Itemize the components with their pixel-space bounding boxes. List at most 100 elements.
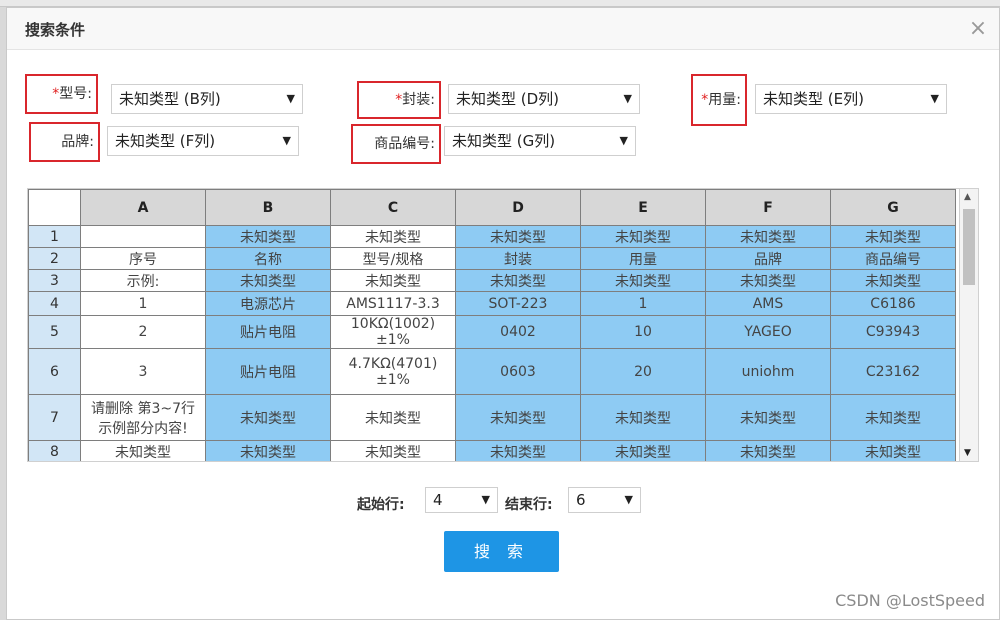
- caret-down-icon: ▼: [624, 493, 633, 506]
- scroll-up-icon[interactable]: ▲: [964, 192, 971, 202]
- table-row: 5 2 贴片电阻 10KΩ(1002) ±1% 0402 10 YAGEO C93943: [28, 315, 956, 349]
- cell-f7[interactable]: 未知类型: [705, 394, 831, 441]
- package-select-value: 未知类型 (D列): [456, 90, 560, 108]
- caret-down-icon: ▼: [623, 92, 632, 105]
- row-header-7: 7: [28, 394, 81, 441]
- table-row: 2 序号 名称 型号/规格 封装 用量 品牌 商品编号: [28, 247, 956, 270]
- cell-g5[interactable]: C93943: [830, 315, 956, 349]
- brand-select[interactable]: 未知类型 (F列) ▼: [107, 126, 299, 156]
- start-row-select[interactable]: 4 ▼: [425, 487, 498, 513]
- vertical-scrollbar[interactable]: ▲ ▼: [959, 188, 979, 462]
- cell-g6[interactable]: C23162: [830, 348, 956, 395]
- column-header-row: ABCDEFG: [28, 189, 956, 226]
- start-row-value: 4: [433, 491, 443, 509]
- cell-e7[interactable]: 未知类型: [580, 394, 706, 441]
- close-icon[interactable]: ×: [963, 14, 993, 44]
- caret-down-icon: ▼: [481, 493, 490, 506]
- cell-g3[interactable]: 未知类型: [830, 269, 956, 292]
- cell-b7[interactable]: 未知类型: [205, 394, 331, 441]
- end-row-select[interactable]: 6 ▼: [568, 487, 641, 513]
- start-row-label: 起始行:: [357, 497, 405, 513]
- cell-e8[interactable]: 未知类型: [580, 440, 706, 461]
- end-row-label: 结束行:: [505, 497, 553, 513]
- cell-b2[interactable]: 名称: [205, 247, 331, 270]
- cell-c3[interactable]: 未知类型: [330, 269, 456, 292]
- cell-c1[interactable]: 未知类型: [330, 225, 456, 248]
- cell-d7[interactable]: 未知类型: [455, 394, 581, 441]
- product-code-select-value: 未知类型 (G列): [452, 132, 556, 150]
- cell-f8[interactable]: 未知类型: [705, 440, 831, 461]
- cell-g4[interactable]: C6186: [830, 291, 956, 316]
- cell-a2[interactable]: 序号: [80, 247, 206, 270]
- cell-a4[interactable]: 1: [80, 291, 206, 316]
- cell-c5[interactable]: 10KΩ(1002) ±1%: [330, 315, 456, 349]
- cell-b8[interactable]: 未知类型: [205, 440, 331, 461]
- cell-g7[interactable]: 未知类型: [830, 394, 956, 441]
- cell-f1[interactable]: 未知类型: [705, 225, 831, 248]
- cell-e6[interactable]: 20: [580, 348, 706, 395]
- product-code-label-text: 商品编号:: [374, 136, 435, 152]
- caret-down-icon: ▼: [619, 134, 628, 147]
- dialog-header: 搜索条件 ×: [7, 8, 999, 50]
- cell-g8[interactable]: 未知类型: [830, 440, 956, 461]
- column-header-a: A: [80, 189, 206, 226]
- cell-a8[interactable]: 未知类型: [80, 440, 206, 461]
- cell-f5[interactable]: YAGEO: [705, 315, 831, 349]
- cell-d5[interactable]: 0402: [455, 315, 581, 349]
- cell-a7[interactable]: 请删除 第3~7行 示例部分内容!: [80, 394, 206, 441]
- cell-c7[interactable]: 未知类型: [330, 394, 456, 441]
- cell-c8[interactable]: 未知类型: [330, 440, 456, 461]
- cell-c4[interactable]: AMS1117-3.3: [330, 291, 456, 316]
- cell-a6[interactable]: 3: [80, 348, 206, 395]
- cell-b6[interactable]: 贴片电阻: [205, 348, 331, 395]
- cell-e4[interactable]: 1: [580, 291, 706, 316]
- watermark: CSDN @LostSpeed: [835, 591, 985, 610]
- row-header-8: 8: [28, 440, 81, 461]
- cell-b4[interactable]: 电源芯片: [205, 291, 331, 316]
- cell-g2[interactable]: 商品编号: [830, 247, 956, 270]
- cell-e3[interactable]: 未知类型: [580, 269, 706, 292]
- row-header-4: 4: [28, 291, 81, 316]
- column-header-f: F: [705, 189, 831, 226]
- cell-c6[interactable]: 4.7KΩ(4701) ±1%: [330, 348, 456, 395]
- cell-d2[interactable]: 封装: [455, 247, 581, 270]
- caret-down-icon: ▼: [286, 92, 295, 105]
- quantity-select[interactable]: 未知类型 (E列) ▼: [755, 84, 947, 114]
- background-window-strip: [0, 0, 1000, 7]
- cell-a5[interactable]: 2: [80, 315, 206, 349]
- cell-d1[interactable]: 未知类型: [455, 225, 581, 248]
- model-label: *型号:: [25, 74, 98, 114]
- cell-g1[interactable]: 未知类型: [830, 225, 956, 248]
- scroll-down-icon[interactable]: ▼: [964, 448, 971, 458]
- cell-e5[interactable]: 10: [580, 315, 706, 349]
- cell-d3[interactable]: 未知类型: [455, 269, 581, 292]
- cell-f2[interactable]: 品牌: [705, 247, 831, 270]
- cell-b3[interactable]: 未知类型: [205, 269, 331, 292]
- product-code-select[interactable]: 未知类型 (G列) ▼: [444, 126, 636, 156]
- search-button[interactable]: 搜 索: [444, 531, 559, 572]
- quantity-label-text: 用量:: [708, 92, 741, 108]
- cell-b5[interactable]: 贴片电阻: [205, 315, 331, 349]
- model-select[interactable]: 未知类型 (B列) ▼: [111, 84, 303, 114]
- brand-label: 品牌:: [29, 122, 100, 162]
- cell-b1[interactable]: 未知类型: [205, 225, 331, 248]
- row-header-6: 6: [28, 348, 81, 395]
- cell-c2[interactable]: 型号/规格: [330, 247, 456, 270]
- cell-f3[interactable]: 未知类型: [705, 269, 831, 292]
- cell-e1[interactable]: 未知类型: [580, 225, 706, 248]
- table-row: 3 示例: 未知类型 未知类型 未知类型 未知类型 未知类型 未知类型: [28, 269, 956, 292]
- column-header-e: E: [580, 189, 706, 226]
- column-header-d: D: [455, 189, 581, 226]
- spreadsheet-preview[interactable]: A B C D E F G 1 未知类型 未知类型 未知类型 未知类型 未知类型 未知类型 2 序号 名称 型号/…: [27, 188, 979, 462]
- cell-d6[interactable]: 0603: [455, 348, 581, 395]
- cell-f6[interactable]: uniohm: [705, 348, 831, 395]
- grid-corner-cell: [28, 189, 81, 226]
- cell-d4[interactable]: SOT-223: [455, 291, 581, 316]
- cell-a1[interactable]: [80, 225, 206, 248]
- cell-d8[interactable]: 未知类型: [455, 440, 581, 461]
- cell-e2[interactable]: 用量: [580, 247, 706, 270]
- cell-f4[interactable]: AMS: [705, 291, 831, 316]
- scrollbar-thumb[interactable]: [963, 209, 975, 285]
- package-select[interactable]: 未知类型 (D列) ▼: [448, 84, 640, 114]
- cell-a3[interactable]: 示例:: [80, 269, 206, 292]
